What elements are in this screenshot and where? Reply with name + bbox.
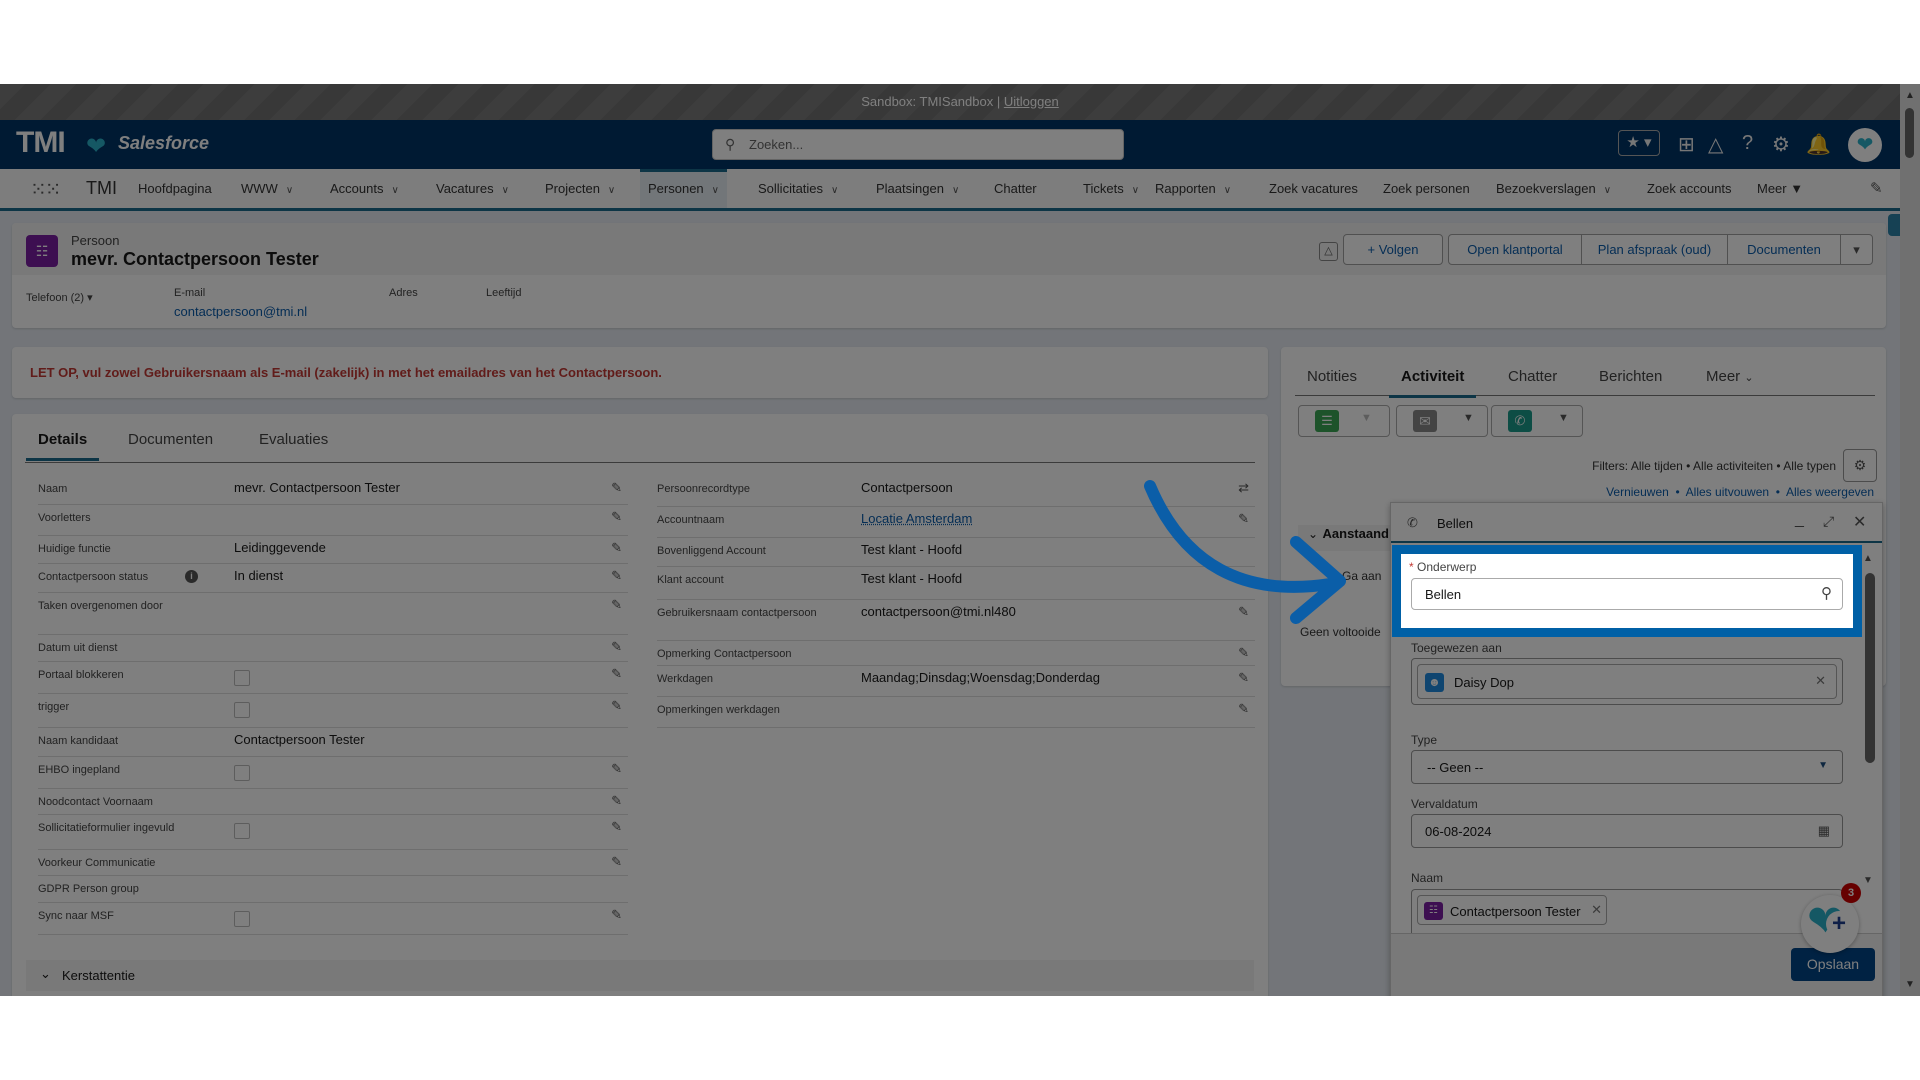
salesforce-screen: Sandbox: TMISandbox | Uitloggen TMI ❤ Sa… — [0, 84, 1920, 996]
arrow-shaft — [1144, 480, 1336, 593]
annotation-arrow — [1144, 480, 1346, 624]
